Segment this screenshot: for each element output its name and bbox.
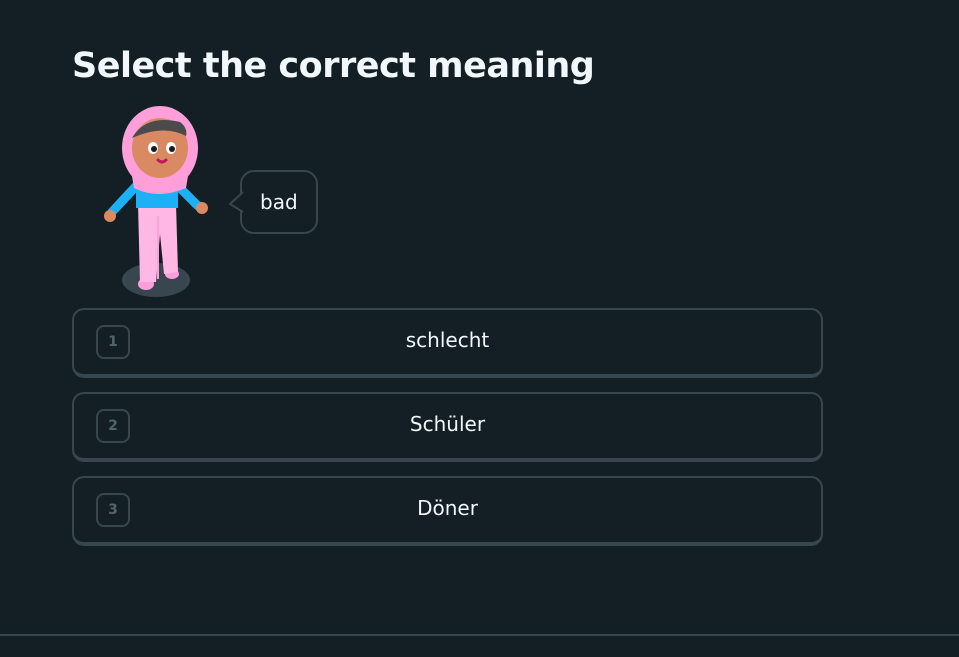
choice-number-badge: 2: [96, 409, 130, 443]
speech-bubble-text: bad: [260, 190, 298, 214]
choice-list: 1 schlecht 2 Schüler 3 Döner: [72, 308, 823, 560]
page-title: Select the correct meaning: [72, 46, 595, 86]
choice-label: Döner: [417, 496, 478, 520]
speech-bubble-tail-icon: [229, 191, 244, 213]
character-illustration: [98, 104, 214, 300]
character-in-pink-hijab-icon: [104, 106, 208, 297]
choice-option-2[interactable]: 2 Schüler: [72, 392, 823, 462]
choice-number-badge: 1: [96, 325, 130, 359]
footer-divider: [0, 634, 959, 636]
choice-label: schlecht: [405, 328, 490, 352]
choice-number-badge: 3: [96, 493, 130, 527]
choice-label: Schüler: [409, 412, 486, 436]
choice-option-3[interactable]: 3 Döner: [72, 476, 823, 546]
choice-option-1[interactable]: 1 schlecht: [72, 308, 823, 378]
speech-bubble: bad: [229, 170, 318, 234]
